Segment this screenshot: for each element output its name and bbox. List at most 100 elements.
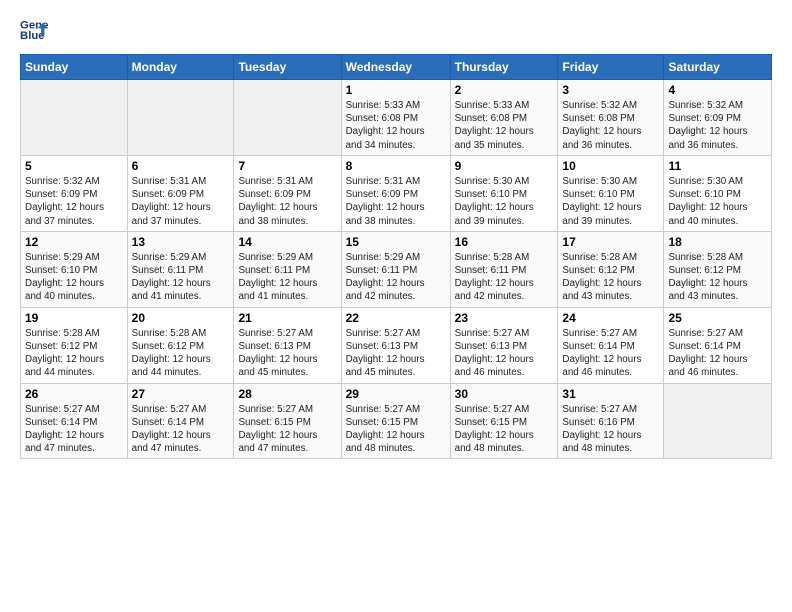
weekday-header: Friday xyxy=(558,55,664,80)
calendar-cell: 4Sunrise: 5:32 AM Sunset: 6:09 PM Daylig… xyxy=(664,80,772,156)
calendar-week-row: 19 Sunrise: 5:28 AM Sunset: 6:12 PM Dayli… xyxy=(21,307,772,383)
calendar-cell: 1 Sunrise: 5:33 AM Sunset: 6:08 PM Daylig… xyxy=(341,80,450,156)
day-number: 10 xyxy=(562,159,659,173)
calendar-week-row: 12 Sunrise: 5:29 AM Sunset: 6:10 PM Dayli… xyxy=(21,231,772,307)
day-info: Sunrise: 5:28 AM Sunset: 6:12 PM Dayligh… xyxy=(668,251,767,304)
calendar-header: SundayMondayTuesdayWednesdayThursdayFrid… xyxy=(21,55,772,80)
page-container: General Blue SundayMondayTuesdayWednesda… xyxy=(0,0,792,612)
day-number: 31 xyxy=(562,387,659,401)
day-info: Sunrise: 5:31 AM Sunset: 6:09 PM Dayligh… xyxy=(346,175,446,228)
day-number: 18 xyxy=(668,235,767,249)
calendar-cell: 29 Sunrise: 5:27 AM Sunset: 6:15 PM Dayli… xyxy=(341,383,450,459)
day-info: Sunrise: 5:30 AM Sunset: 6:10 PM Dayligh… xyxy=(562,175,659,228)
day-number: 30 xyxy=(455,387,554,401)
day-info: Sunrise: 5:30 AM Sunset: 6:10 PM Dayligh… xyxy=(668,175,767,228)
day-number: 2 xyxy=(455,83,554,97)
calendar-cell: 22 Sunrise: 5:27 AM Sunset: 6:13 PM Dayli… xyxy=(341,307,450,383)
day-number: 19 xyxy=(25,311,123,325)
day-info: Sunrise: 5:27 AM Sunset: 6:14 PM Dayligh… xyxy=(668,327,767,380)
calendar-cell: 21Sunrise: 5:27 AM Sunset: 6:13 PM Dayli… xyxy=(234,307,341,383)
day-info: Sunrise: 5:27 AM Sunset: 6:15 PM Dayligh… xyxy=(455,403,554,456)
day-info: Sunrise: 5:29 AM Sunset: 6:11 PM Dayligh… xyxy=(238,251,336,304)
day-info: Sunrise: 5:27 AM Sunset: 6:13 PM Dayligh… xyxy=(455,327,554,380)
weekday-header: Wednesday xyxy=(341,55,450,80)
day-info: Sunrise: 5:29 AM Sunset: 6:10 PM Dayligh… xyxy=(25,251,123,304)
day-info: Sunrise: 5:27 AM Sunset: 6:14 PM Dayligh… xyxy=(25,403,123,456)
calendar-cell: 10 Sunrise: 5:30 AM Sunset: 6:10 PM Dayli… xyxy=(558,155,664,231)
day-number: 26 xyxy=(25,387,123,401)
calendar-table: SundayMondayTuesdayWednesdayThursdayFrid… xyxy=(20,54,772,459)
calendar-cell: 11 Sunrise: 5:30 AM Sunset: 6:10 PM Dayli… xyxy=(664,155,772,231)
logo-icon: General Blue xyxy=(20,16,48,44)
day-info: Sunrise: 5:28 AM Sunset: 6:12 PM Dayligh… xyxy=(25,327,123,380)
weekday-header: Tuesday xyxy=(234,55,341,80)
day-number: 27 xyxy=(132,387,230,401)
calendar-body: 1 Sunrise: 5:33 AM Sunset: 6:08 PM Daylig… xyxy=(21,80,772,459)
weekday-header: Sunday xyxy=(21,55,128,80)
day-info: Sunrise: 5:31 AM Sunset: 6:09 PM Dayligh… xyxy=(132,175,230,228)
calendar-cell: 9Sunrise: 5:30 AM Sunset: 6:10 PM Daylig… xyxy=(450,155,558,231)
day-number: 9 xyxy=(455,159,554,173)
calendar-cell: 12 Sunrise: 5:29 AM Sunset: 6:10 PM Dayli… xyxy=(21,231,128,307)
calendar-week-row: 1 Sunrise: 5:33 AM Sunset: 6:08 PM Daylig… xyxy=(21,80,772,156)
calendar-cell: 19 Sunrise: 5:28 AM Sunset: 6:12 PM Dayli… xyxy=(21,307,128,383)
day-number: 11 xyxy=(668,159,767,173)
day-number: 7 xyxy=(238,159,336,173)
day-info: Sunrise: 5:32 AM Sunset: 6:08 PM Dayligh… xyxy=(562,99,659,152)
calendar-cell: 31Sunrise: 5:27 AM Sunset: 6:16 PM Dayli… xyxy=(558,383,664,459)
day-number: 23 xyxy=(455,311,554,325)
day-number: 24 xyxy=(562,311,659,325)
day-info: Sunrise: 5:27 AM Sunset: 6:13 PM Dayligh… xyxy=(238,327,336,380)
day-info: Sunrise: 5:28 AM Sunset: 6:11 PM Dayligh… xyxy=(455,251,554,304)
calendar-cell: 26 Sunrise: 5:27 AM Sunset: 6:14 PM Dayli… xyxy=(21,383,128,459)
day-number: 5 xyxy=(25,159,123,173)
calendar-cell: 6 Sunrise: 5:31 AM Sunset: 6:09 PM Daylig… xyxy=(127,155,234,231)
calendar-cell: 24Sunrise: 5:27 AM Sunset: 6:14 PM Dayli… xyxy=(558,307,664,383)
day-info: Sunrise: 5:27 AM Sunset: 6:15 PM Dayligh… xyxy=(346,403,446,456)
weekday-header: Saturday xyxy=(664,55,772,80)
calendar-cell: 13Sunrise: 5:29 AM Sunset: 6:11 PM Dayli… xyxy=(127,231,234,307)
day-number: 1 xyxy=(346,83,446,97)
weekday-header: Thursday xyxy=(450,55,558,80)
day-number: 17 xyxy=(562,235,659,249)
day-number: 8 xyxy=(346,159,446,173)
day-number: 20 xyxy=(132,311,230,325)
logo: General Blue xyxy=(20,16,48,44)
calendar-cell: 7 Sunrise: 5:31 AM Sunset: 6:09 PM Daylig… xyxy=(234,155,341,231)
day-number: 25 xyxy=(668,311,767,325)
day-number: 12 xyxy=(25,235,123,249)
calendar-cell: 17Sunrise: 5:28 AM Sunset: 6:12 PM Dayli… xyxy=(558,231,664,307)
calendar-cell: 3 Sunrise: 5:32 AM Sunset: 6:08 PM Daylig… xyxy=(558,80,664,156)
calendar-week-row: 5Sunrise: 5:32 AM Sunset: 6:09 PM Daylig… xyxy=(21,155,772,231)
calendar-cell: 16 Sunrise: 5:28 AM Sunset: 6:11 PM Dayli… xyxy=(450,231,558,307)
day-number: 15 xyxy=(346,235,446,249)
calendar-cell: 2 Sunrise: 5:33 AM Sunset: 6:08 PM Daylig… xyxy=(450,80,558,156)
day-number: 6 xyxy=(132,159,230,173)
day-number: 4 xyxy=(668,83,767,97)
day-info: Sunrise: 5:31 AM Sunset: 6:09 PM Dayligh… xyxy=(238,175,336,228)
page-header: General Blue xyxy=(20,16,772,44)
calendar-cell: 20Sunrise: 5:28 AM Sunset: 6:12 PM Dayli… xyxy=(127,307,234,383)
day-number: 29 xyxy=(346,387,446,401)
day-info: Sunrise: 5:27 AM Sunset: 6:13 PM Dayligh… xyxy=(346,327,446,380)
calendar-cell xyxy=(664,383,772,459)
day-number: 22 xyxy=(346,311,446,325)
day-number: 3 xyxy=(562,83,659,97)
calendar-week-row: 26 Sunrise: 5:27 AM Sunset: 6:14 PM Dayli… xyxy=(21,383,772,459)
day-info: Sunrise: 5:29 AM Sunset: 6:11 PM Dayligh… xyxy=(346,251,446,304)
calendar-cell xyxy=(234,80,341,156)
svg-text:Blue: Blue xyxy=(20,30,45,42)
calendar-cell: 30 Sunrise: 5:27 AM Sunset: 6:15 PM Dayli… xyxy=(450,383,558,459)
calendar-cell: 5Sunrise: 5:32 AM Sunset: 6:09 PM Daylig… xyxy=(21,155,128,231)
day-number: 16 xyxy=(455,235,554,249)
calendar-cell: 15 Sunrise: 5:29 AM Sunset: 6:11 PM Dayli… xyxy=(341,231,450,307)
day-info: Sunrise: 5:33 AM Sunset: 6:08 PM Dayligh… xyxy=(455,99,554,152)
day-number: 14 xyxy=(238,235,336,249)
day-info: Sunrise: 5:27 AM Sunset: 6:15 PM Dayligh… xyxy=(238,403,336,456)
day-number: 28 xyxy=(238,387,336,401)
calendar-cell: 25 Sunrise: 5:27 AM Sunset: 6:14 PM Dayli… xyxy=(664,307,772,383)
calendar-cell: 27Sunrise: 5:27 AM Sunset: 6:14 PM Dayli… xyxy=(127,383,234,459)
day-info: Sunrise: 5:29 AM Sunset: 6:11 PM Dayligh… xyxy=(132,251,230,304)
calendar-cell: 23 Sunrise: 5:27 AM Sunset: 6:13 PM Dayli… xyxy=(450,307,558,383)
day-info: Sunrise: 5:33 AM Sunset: 6:08 PM Dayligh… xyxy=(346,99,446,152)
